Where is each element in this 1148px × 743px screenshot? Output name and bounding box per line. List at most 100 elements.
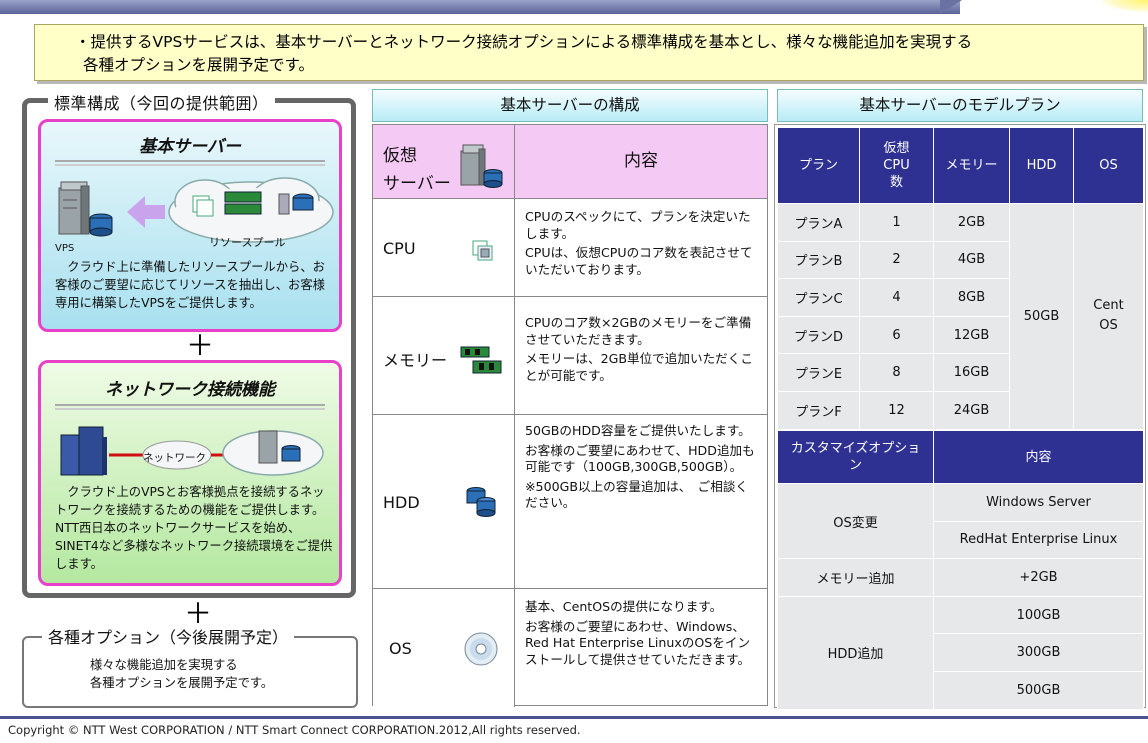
options-line2: 各種オプションを展開予定です。 [90, 676, 274, 690]
os-desc-p1: 基本、CentOSの提供になります。 [525, 599, 723, 614]
virtual-server-icon [460, 144, 503, 188]
hdd-desc-p2: お客様のご要望にあわせて、HDD追加も可能です（100GB,300GB,500G… [525, 442, 755, 475]
customize-row: メモリー追加 +2GB [777, 558, 1144, 597]
header-cat-line2: サーバー [383, 174, 451, 194]
composition-header-row: 仮想 サーバー 内容 [373, 125, 767, 199]
top-banner-arrow [940, 0, 962, 14]
hdd-option: 500GB [933, 670, 1144, 710]
plan-memory: 12GB [933, 315, 1010, 355]
os-desc-p2: お客様のご要望にあわせ、Windows、Red Hat Enterprise L… [525, 618, 751, 667]
composition-title: 基本サーバーの構成 [372, 89, 768, 122]
composition-row-memory: メモリー CPUのコア数×2GBのメモリーをご準備させていただきます。 メモリー… [373, 297, 767, 415]
headline-box: ・提供するVPSサービスは、基本サーバーとネットワーク接続オプションによる標準構… [34, 24, 1144, 81]
options-line1: 様々な機能追加を実現する [90, 658, 238, 672]
header-content-cell: 内容 [515, 125, 767, 198]
copyright-text: Copyright © NTT West CORPORATION / NTT S… [8, 723, 581, 737]
memory-desc-p1: CPUのコア数×2GBのメモリーをご準備させていただきます。 [525, 315, 752, 347]
row-category-cell: メモリー [373, 297, 515, 414]
plan-row: プランA 1 2GB 50GB Cent OS [777, 203, 1144, 430]
network-label: ネットワーク [143, 452, 206, 464]
row-category-cell: CPU [373, 199, 515, 296]
card-divider [55, 404, 325, 410]
plus-sign: ＋ [186, 329, 215, 362]
plan-name: プランF [777, 390, 860, 430]
basic-server-card: 基本サーバー VPS リソースプール クラウド上に準備したリソースプールから、お… [38, 119, 342, 332]
options-desc: 様々な機能追加を実現する 各種オプションを展開予定です。 [90, 656, 273, 692]
card-divider [55, 160, 325, 166]
plans-header-memory: メモリー [933, 127, 1010, 204]
plan-memory: 2GB [933, 203, 1010, 242]
plans-header-os: OS [1073, 127, 1144, 204]
hdd-add-label: HDD追加 [777, 595, 934, 710]
hdd-icon [466, 487, 496, 517]
plans-table: プラン 仮想CPU数 メモリー HDD OS プランA 1 2GB 50GB C… [777, 127, 1144, 430]
composition-table: 仮想 サーバー 内容 CPU CPUのスペックにて、プランを決定いたします。 C… [372, 124, 768, 707]
row-hdd-desc: 50GBのHDD容量をご提供いたします。 お客様のご要望にあわせて、HDD追加も… [525, 423, 759, 512]
os-option: Windows Server [933, 483, 1144, 522]
network-card: ネットワーク接続機能 ネットワーク クラウド上のVPSとお客様拠点を接続するネッ… [38, 360, 342, 586]
plans-header-row: プラン 仮想CPU数 メモリー HDD OS [777, 127, 1144, 204]
composition-row-hdd: HDD 50GBのHDD容量をご提供いたします。 お客様のご要望にあわせて、HD… [373, 415, 767, 589]
plan-cpu: 6 [859, 315, 934, 355]
row-cpu-desc: CPUのスペックにて、プランを決定いたします。 CPUは、仮想CPUのコア数を表… [525, 209, 759, 278]
customize-header-row: カスタマイズオプション 内容 [777, 430, 1144, 484]
plan-name: プランB [777, 240, 860, 280]
hdd-desc-p1: 50GBのHDD容量をご提供いたします。 [525, 423, 751, 438]
top-glow [1102, 0, 1148, 12]
plan-name: プランA [777, 203, 860, 242]
plan-cpu: 12 [859, 390, 934, 430]
plan-cpu: 8 [859, 353, 934, 392]
row-os-desc: 基本、CentOSの提供になります。 お客様のご要望にあわせ、Windows、R… [525, 599, 759, 668]
plans-header-hdd: HDD [1009, 127, 1074, 204]
cpu-desc-p2: CPUは、仮想CPUのコア数を表記させていただいております。 [525, 245, 753, 277]
cpu-icon [472, 240, 493, 261]
row-cpu-name: CPU [383, 239, 416, 258]
resource-pool-label: リソースプール [209, 236, 286, 249]
top-banner-bar [0, 0, 960, 14]
headline-line2: 各種オプションを展開予定です。 [83, 56, 314, 74]
plans-header-cpu: 仮想CPU数 [859, 127, 934, 204]
row-hdd-name: HDD [383, 493, 420, 512]
composition-row-os: OS 基本、CentOSの提供になります。 お客様のご要望にあわせ、Window… [373, 589, 767, 707]
plan-memory: 8GB [933, 278, 1010, 317]
left-arrow-icon [127, 196, 165, 228]
plan-name: プランE [777, 353, 860, 392]
row-memory-desc: CPUのコア数×2GBのメモリーをご準備させていただきます。 メモリーは、2GB… [525, 315, 759, 384]
os-change-label: OS変更 [777, 482, 934, 560]
composition-row-cpu: CPU CPUのスペックにて、プランを決定いたします。 CPUは、仮想CPUのコ… [373, 199, 767, 297]
hdd-option: 100GB [933, 595, 1144, 635]
header-category-cell: 仮想 サーバー [373, 125, 515, 198]
row-category-cell: OS [373, 589, 515, 707]
row-category-cell: HDD [373, 415, 515, 588]
memory-desc-p2: メモリーは、2GB単位で追加いただくことが可能です。 [525, 351, 753, 383]
basic-server-desc: クラウド上に準備したリソースプールから、お客様のご要望に応じてリソースを抽出し、… [55, 260, 325, 310]
plan-cpu: 2 [859, 240, 934, 280]
plan-name: プランD [777, 315, 860, 355]
standard-title: 標準構成（今回の提供範囲） [48, 90, 275, 114]
row-memory-name: メモリー [383, 351, 448, 370]
plan-hdd: 50GB [1009, 203, 1074, 430]
customize-table: カスタマイズオプション 内容 OS変更 Windows Server RedHa… [777, 430, 1144, 710]
network-desc: クラウド上のVPSとお客様拠点を接続するネットワークを接続するための機能をご提供… [55, 485, 333, 571]
plan-name: プランC [777, 278, 860, 317]
memory-add-value: +2GB [933, 558, 1144, 597]
network-title: ネットワーク接続機能 [105, 380, 275, 400]
hdd-option: 300GB [933, 633, 1144, 672]
header-cat-line1: 仮想 [383, 146, 417, 166]
customize-row: OS変更 Windows Server [777, 482, 1144, 560]
customize-header-left: カスタマイズオプション [777, 430, 934, 484]
row-os-name: OS [389, 639, 412, 658]
customize-header-right: 内容 [933, 430, 1144, 484]
headline-line1: ・提供するVPSサービスは、基本サーバーとネットワーク接続オプションによる標準構… [75, 33, 973, 51]
plans-header-plan: プラン [777, 127, 860, 204]
plan-cpu: 4 [859, 278, 934, 317]
memory-icon [460, 346, 502, 374]
plan-os: Cent OS [1073, 203, 1144, 430]
os-option: RedHat Enterprise Linux [933, 520, 1144, 560]
cpu-desc-p1: CPUのスペックにて、プランを決定いたします。 [525, 209, 751, 241]
cd-disc-icon [464, 632, 498, 666]
plan-memory: 4GB [933, 240, 1010, 280]
plan-cpu: 1 [859, 203, 934, 242]
hdd-desc-p3: ※500GB以上の容量追加は、 ご相談ください。 [525, 478, 749, 511]
plan-memory: 16GB [933, 353, 1010, 392]
